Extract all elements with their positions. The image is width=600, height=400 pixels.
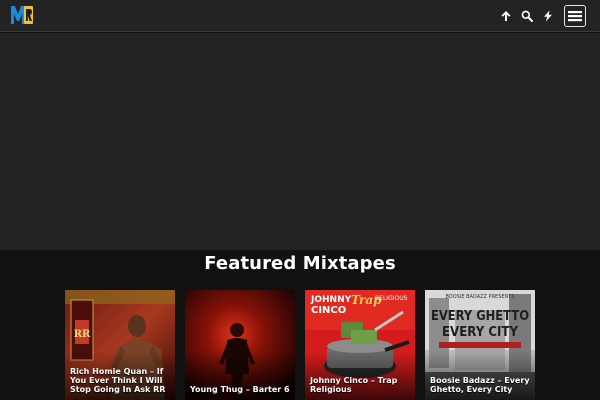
header-actions bbox=[495, 5, 586, 27]
scroll-top-button[interactable] bbox=[496, 6, 516, 26]
mixtape-title: Young Thug – Barter 6 bbox=[190, 385, 290, 394]
section-title: Featured Mixtapes bbox=[204, 253, 396, 274]
card-overlay bbox=[185, 290, 295, 400]
featured-mixtapes-section: Featured Mixtapes RR Rich Homie Quan – I… bbox=[0, 250, 600, 400]
up-arrow-icon bbox=[501, 11, 511, 21]
banner-placeholder bbox=[0, 33, 600, 250]
mixtape-card[interactable]: RR Rich Homie Quan – If You Ever Think I… bbox=[65, 290, 175, 400]
mixtape-card[interactable]: JOHNNY CINCO Trap RELIGIOUS Johnny Cinco… bbox=[305, 290, 415, 400]
search-button[interactable] bbox=[517, 6, 537, 26]
mixtape-title: Boosie Badazz – Every Ghetto, Every City bbox=[430, 376, 530, 394]
lightning-icon bbox=[544, 10, 552, 22]
mixtape-card[interactable]: Young Thug – Barter 6 bbox=[185, 290, 295, 400]
mixtape-title: Johnny Cinco – Trap Religious bbox=[310, 376, 398, 394]
top-navigation-bar bbox=[0, 0, 600, 32]
logo-mark-icon bbox=[11, 6, 33, 24]
search-icon bbox=[521, 10, 533, 22]
mixtape-title: Rich Homie Quan – If You Ever Think I Wi… bbox=[70, 367, 166, 394]
mixtape-card[interactable]: BOOSIE BADAZZ PRESENTS EVERY GHETTO EVER… bbox=[425, 290, 535, 400]
site-logo[interactable] bbox=[10, 4, 34, 26]
hamburger-menu-icon bbox=[568, 11, 582, 22]
trending-button[interactable] bbox=[538, 6, 558, 26]
menu-button[interactable] bbox=[564, 5, 586, 27]
